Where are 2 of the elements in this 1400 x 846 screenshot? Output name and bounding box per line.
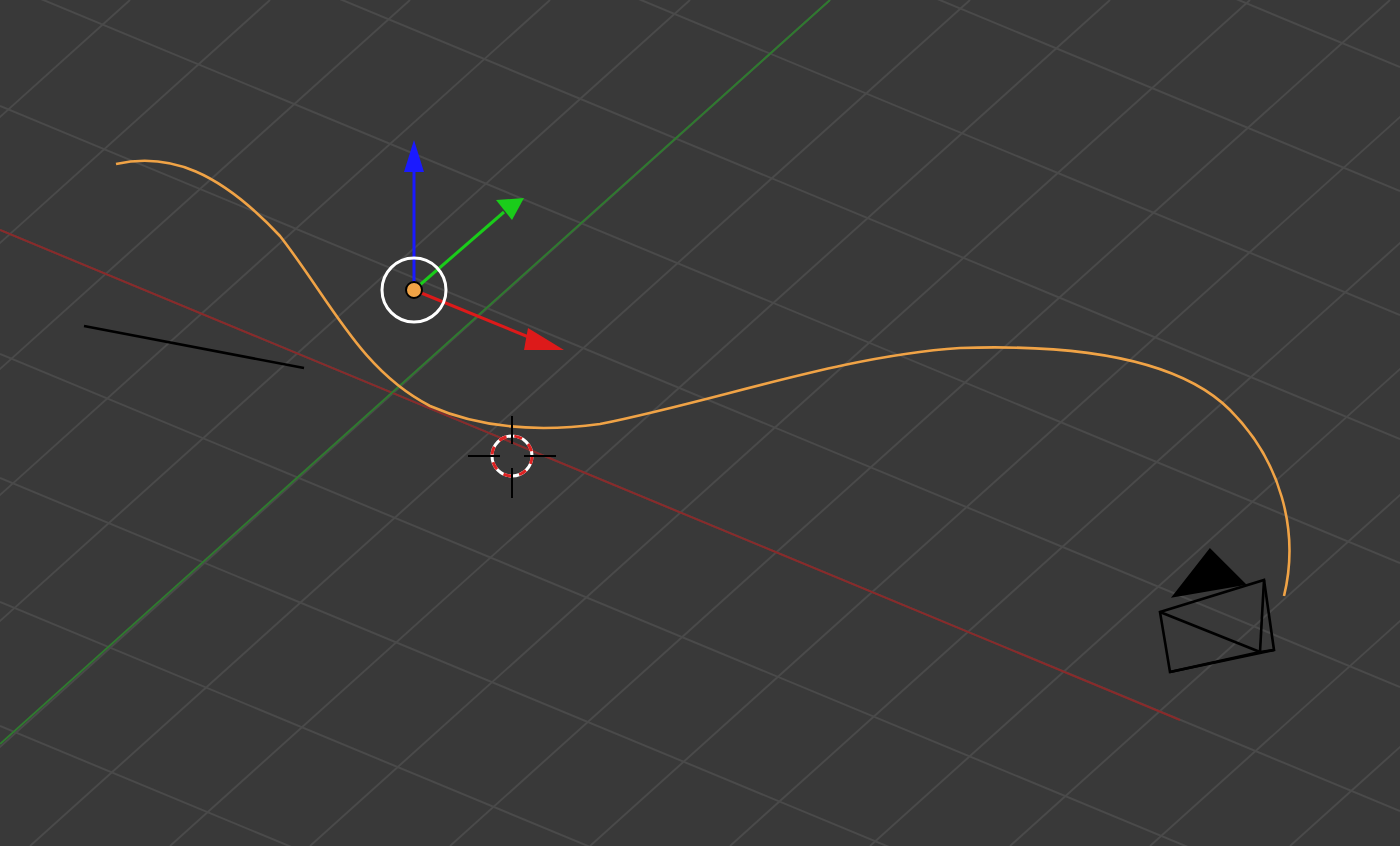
transform-gizmo-drawing[interactable]: [380, 140, 564, 350]
3d-cursor-icon: [467, 415, 557, 499]
